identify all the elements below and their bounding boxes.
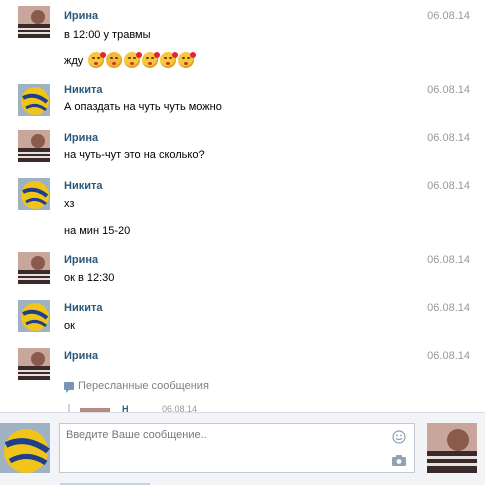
forwarded-message-icon [64, 382, 74, 393]
avatar-irina[interactable] [18, 130, 50, 162]
forwarded-author: Н [122, 404, 129, 412]
kissing-face-heart-icon [160, 52, 178, 68]
avatar-irina[interactable] [18, 252, 50, 284]
kissing-face-heart-icon [88, 52, 106, 68]
message-text: хз [64, 198, 75, 210]
avatar-nikita[interactable] [18, 178, 50, 210]
message-composer [0, 412, 485, 485]
message-input[interactable] [60, 424, 380, 472]
peer-avatar-irina[interactable] [427, 423, 477, 473]
message-text: ок [64, 320, 75, 332]
forwarded-messages-header[interactable]: Пересланные сообщения [64, 380, 209, 393]
message-author[interactable]: Никита [64, 180, 102, 192]
kissing-face-heart-icon [124, 52, 142, 68]
message-text: на чуть-чут это на сколько? [64, 149, 205, 161]
message-date[interactable]: 06.08.14 [427, 254, 470, 266]
message-text: ок в 12:30 [64, 272, 115, 284]
avatar-irina[interactable] [18, 6, 50, 38]
message-author[interactable]: Никита [64, 84, 102, 96]
smile-icon[interactable] [392, 430, 406, 444]
message-text: А опаздать на чуть чуть можно [64, 101, 222, 113]
message-text: на мин 15-20 [64, 225, 131, 237]
message-author[interactable]: Ирина [64, 350, 98, 362]
message-author[interactable]: Никита [64, 302, 102, 314]
message-date[interactable]: 06.08.14 [427, 132, 470, 144]
message-date[interactable]: 06.08.14 [427, 84, 470, 96]
message-author[interactable]: Ирина [64, 254, 98, 266]
angry-face-icon [106, 52, 122, 68]
forwarded-quote-line [68, 404, 70, 412]
message-author[interactable]: Ирина [64, 132, 98, 144]
forwarded-date: 06.08.14 [162, 404, 198, 412]
camera-icon[interactable] [392, 454, 406, 466]
message-date[interactable]: 06.08.14 [427, 350, 470, 362]
kissing-face-heart-icon [178, 52, 196, 68]
message-input-box [59, 423, 415, 473]
avatar-irina[interactable] [18, 348, 50, 380]
forwarded-messages-label: Пересланные сообщения [78, 380, 209, 392]
message-history: Ирина 06.08.14 в 12:00 у травмы жду Ники… [0, 0, 485, 412]
message-text: жду [64, 55, 84, 67]
avatar-nikita[interactable] [18, 84, 50, 116]
message-date[interactable]: 06.08.14 [427, 302, 470, 314]
emoji-row [88, 52, 196, 68]
message-text: в 12:00 у травмы [64, 29, 151, 41]
avatar-nikita[interactable] [18, 300, 50, 332]
message-date[interactable]: 06.08.14 [427, 10, 470, 22]
message-date[interactable]: 06.08.14 [427, 180, 470, 192]
my-avatar[interactable] [0, 423, 50, 473]
message-author[interactable]: Ирина [64, 10, 98, 22]
kissing-face-heart-icon [142, 52, 160, 68]
